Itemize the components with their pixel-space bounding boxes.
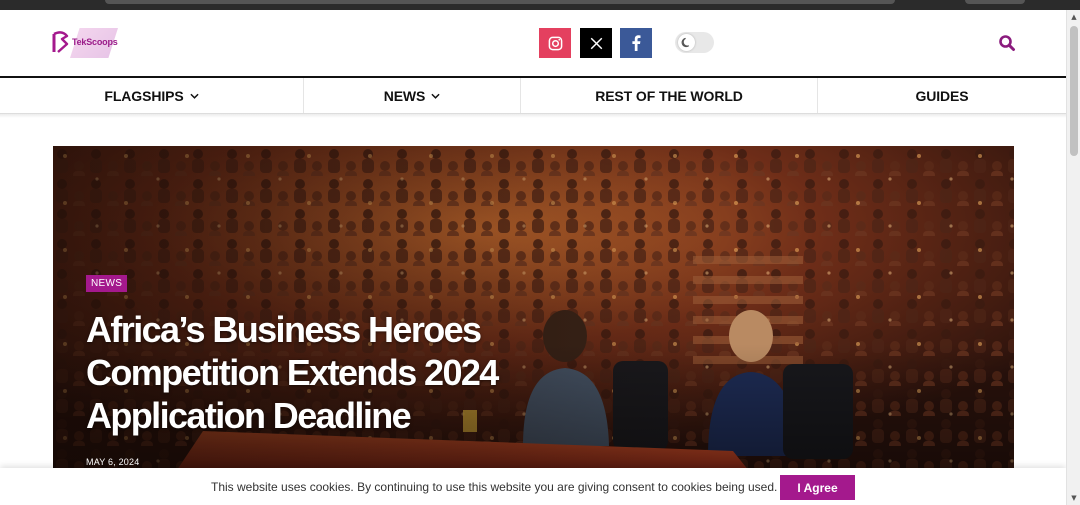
nav-item-rest-of-the-world[interactable]: REST OF THE WORLD bbox=[521, 78, 818, 113]
site-logo[interactable]: TekScoops bbox=[52, 28, 122, 58]
article-date: MAY 6, 2024 bbox=[86, 457, 140, 467]
logo-mark-icon bbox=[52, 31, 69, 53]
nav-item-flagships[interactable]: FLAGSHIPS bbox=[0, 78, 304, 113]
browser-address-bar[interactable] bbox=[105, 0, 895, 4]
cookie-consent-bar: This website uses cookies. By continuing… bbox=[0, 468, 1066, 505]
main-navigation: FLAGSHIPS NEWS REST OF THE WORLD GUIDES bbox=[0, 76, 1066, 114]
instagram-icon bbox=[548, 36, 562, 50]
nav-item-label: GUIDES bbox=[915, 87, 969, 104]
dark-mode-toggle[interactable] bbox=[675, 32, 714, 53]
scroll-down-arrow-icon[interactable]: ▼ bbox=[1067, 491, 1080, 505]
cookie-agree-button[interactable]: I Agree bbox=[780, 475, 855, 500]
nav-item-label: REST OF THE WORLD bbox=[595, 87, 743, 104]
moon-icon bbox=[681, 37, 690, 48]
search-icon[interactable] bbox=[998, 34, 1016, 52]
article-headline[interactable]: Africa’s Business Heroes Competition Ext… bbox=[86, 308, 506, 437]
featured-article[interactable]: NEWS Africa’s Business Heroes Competitio… bbox=[53, 146, 1014, 476]
web-page: TekScoops FLAGSHIPS NEWS REST OF THE WOR… bbox=[0, 10, 1066, 505]
site-header: TekScoops bbox=[0, 10, 1066, 76]
instagram-link[interactable] bbox=[539, 28, 571, 58]
logo-text: TekScoops bbox=[72, 37, 118, 47]
page-scrollbar[interactable]: ▲ ▼ bbox=[1066, 10, 1080, 505]
nav-item-label: FLAGSHIPS bbox=[104, 87, 184, 104]
x-link[interactable] bbox=[580, 28, 612, 58]
scrollbar-thumb[interactable] bbox=[1070, 26, 1078, 156]
nav-item-news[interactable]: NEWS bbox=[304, 78, 521, 113]
chevron-down-icon bbox=[190, 93, 199, 99]
browser-top-strip bbox=[0, 0, 1080, 10]
cookie-message: This website uses cookies. By continuing… bbox=[211, 480, 778, 494]
facebook-icon bbox=[632, 35, 641, 51]
facebook-link[interactable] bbox=[620, 28, 652, 58]
toggle-knob bbox=[678, 34, 695, 51]
nav-shadow bbox=[0, 114, 1066, 118]
x-icon bbox=[590, 37, 602, 49]
chevron-down-icon bbox=[431, 93, 440, 99]
browser-toolbar-segment bbox=[965, 0, 1025, 4]
nav-item-label: NEWS bbox=[383, 87, 426, 104]
scroll-up-arrow-icon[interactable]: ▲ bbox=[1067, 10, 1080, 24]
category-badge[interactable]: NEWS bbox=[86, 275, 128, 292]
nav-item-guides[interactable]: GUIDES bbox=[818, 78, 1066, 113]
